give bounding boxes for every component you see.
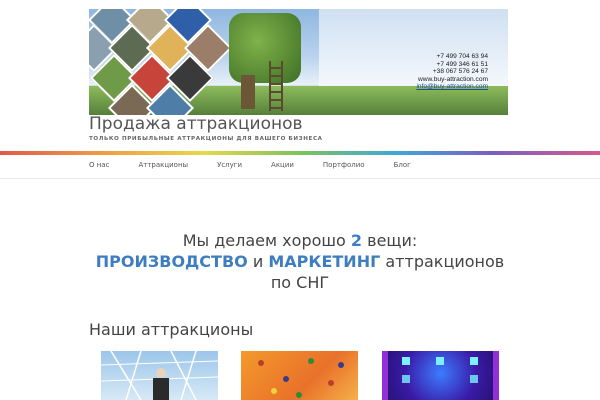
nav-item-blog[interactable]: Блог: [394, 161, 411, 169]
contact-website: www.buy-attraction.com: [418, 75, 488, 83]
hero-number: 2: [350, 231, 363, 250]
banner-tree: [229, 13, 301, 83]
hero-line-1: Мы делаем хорошо 2 вещи:: [0, 230, 600, 251]
nav-item-portfolio[interactable]: Портфолио: [323, 161, 365, 169]
hero-production: ПРОИЗВОДСТВО: [95, 252, 248, 271]
rainbow-divider: [0, 151, 600, 155]
site-description: ТОЛЬКО ПРИБЫЛЬНЫЕ АТТРАКЦИОНЫ ДЛЯ ВАШЕГО…: [89, 136, 323, 142]
climbing-wall-image: [258, 358, 344, 398]
laser-room-image: [382, 351, 499, 400]
banner-tree-trunk: [241, 75, 255, 109]
contact-email-link[interactable]: info@buy-attraction.com: [416, 83, 488, 91]
contact-phone: +7 499 346 61 51: [436, 60, 488, 68]
banner-contacts: +7 499 704 63 94 +7 499 346 61 51 +38 06…: [416, 53, 488, 91]
nav-divider: [0, 178, 600, 179]
hero-text-span: Мы делаем хорошо: [182, 231, 351, 250]
site-title[interactable]: Продажа аттракционов: [89, 114, 303, 134]
hero-text: Мы делаем хорошо 2 вещи: ПРОИЗВОДСТВО и …: [0, 230, 600, 293]
attraction-thumbnail-laser-room[interactable]: [382, 351, 499, 400]
contact-phone: +7 499 704 63 94: [436, 53, 488, 60]
banner-ladder: [269, 61, 283, 111]
header-banner[interactable]: +7 499 704 63 94 +7 499 346 61 51 +38 06…: [89, 9, 508, 115]
attraction-thumbnail-climbing-wall[interactable]: [241, 351, 358, 400]
hero-text-span: и: [247, 252, 269, 271]
section-title-attractions: Наши аттракционы: [89, 320, 254, 339]
main-nav: О нас Аттракционы Услуги Акции Портфолио…: [89, 161, 440, 169]
ropes-course-image: [101, 351, 218, 400]
nav-item-promotions[interactable]: Акции: [271, 161, 294, 169]
hero-text-span: аттракционов: [380, 252, 505, 271]
nav-item-about[interactable]: О нас: [89, 161, 109, 169]
attraction-thumbnail-ropes-course[interactable]: [101, 351, 218, 400]
nav-item-services[interactable]: Услуги: [217, 161, 242, 169]
hero-line-2: ПРОИЗВОДСТВО и МАРКЕТИНГ аттракционов: [0, 251, 600, 272]
contact-phone: +38 067 576 24 67: [432, 68, 488, 76]
hero-line-3: по СНГ: [270, 273, 330, 292]
hero-marketing: МАРКЕТИНГ: [268, 252, 381, 271]
hero-text-span: вещи:: [362, 231, 418, 250]
nav-item-attractions[interactable]: Аттракционы: [138, 161, 188, 169]
